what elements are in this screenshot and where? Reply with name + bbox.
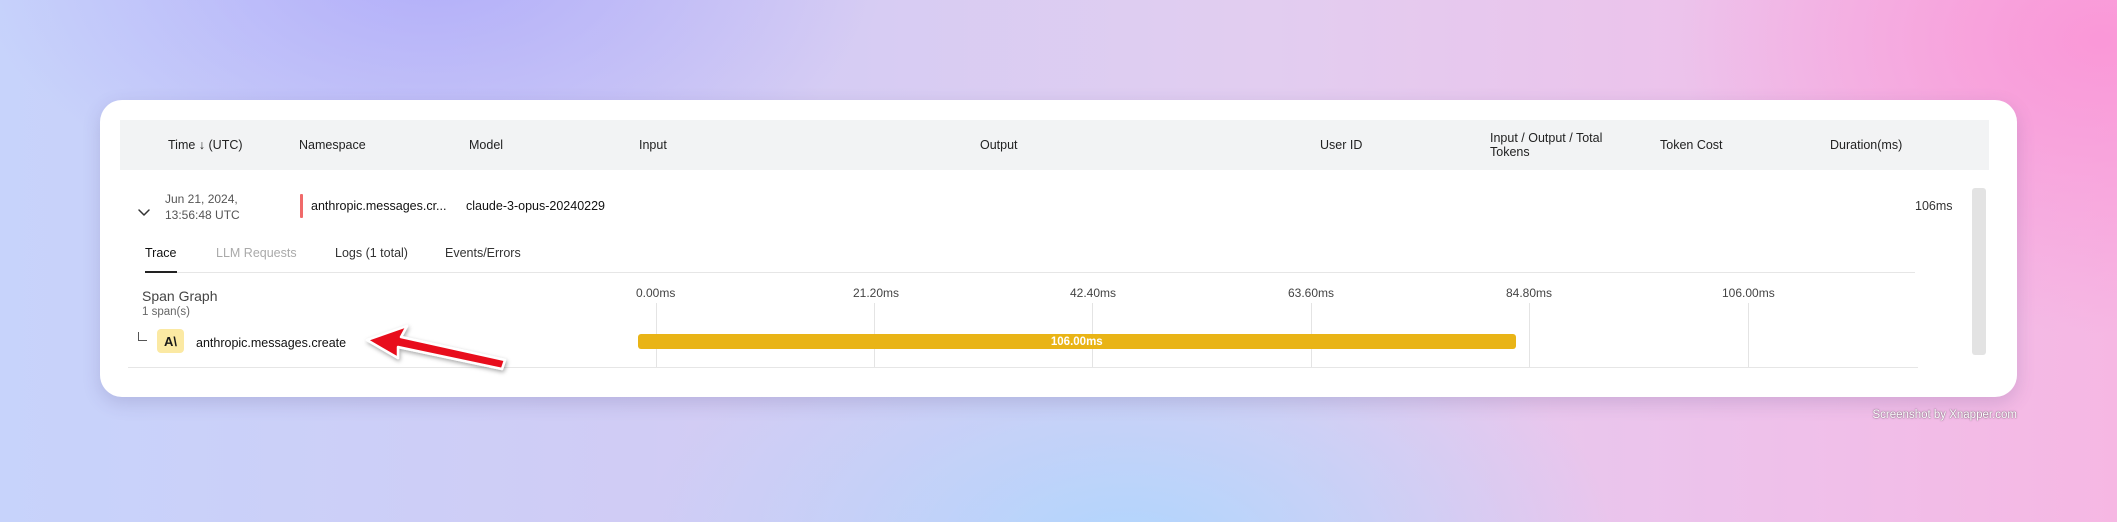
column-header-token-cost: Token Cost [1660,138,1723,152]
span-name[interactable]: anthropic.messages.create [196,336,346,350]
row-model: claude-3-opus-20240229 [466,199,605,213]
timeline-tick: 106.00ms [1722,286,1775,300]
timeline-tick: 63.60ms [1288,286,1335,300]
span-count: 1 span(s) [142,306,190,318]
column-header-time[interactable]: Time ↓ (UTC) [168,120,278,170]
column-header-input: Input [639,138,667,152]
scrollbar[interactable] [1972,188,1986,355]
tab-logs[interactable]: Logs (1 total) [335,246,408,260]
timeline-tick: 84.80ms [1506,286,1553,300]
column-header-namespace: Namespace [299,138,366,152]
table-header: Time ↓ (UTC) Namespace Model Input Outpu… [120,120,1989,170]
timeline-gridline [1529,303,1530,367]
timeline-gridline [1748,303,1749,367]
column-header-user-id: User ID [1320,138,1363,152]
row-time: 13:56:48 UTC [165,208,240,222]
timeline-tick: 0.00ms [636,286,676,300]
timeline-tick: 42.40ms [1070,286,1117,300]
table-row[interactable]: Jun 21, 2024, 13:56:48 UTC anthropic.mes… [120,188,1972,238]
span-bar[interactable]: 106.00ms [638,334,1516,349]
column-header-duration: Duration(ms) [1830,138,1903,152]
tab-llm-requests[interactable]: LLM Requests [216,246,297,260]
row-timestamp: Jun 21, 2024, 13:56:48 UTC [165,191,265,223]
tab-trace[interactable]: Trace [145,246,177,260]
column-header-output: Output [980,138,1018,152]
tab-events-errors[interactable]: Events/Errors [445,246,521,260]
namespace-marker [300,194,303,218]
span-bar-label: 106.00ms [1050,335,1103,348]
row-duration: 106ms [1915,199,1953,213]
column-header-tokens: Input / Output / Total Tokens [1490,131,1603,159]
span-tree-connector-icon [138,332,147,341]
span-graph-title: Span Graph [142,288,218,304]
row-namespace: anthropic.messages.cr... [311,199,447,213]
active-tab-indicator [145,271,177,273]
detail-tabs: Trace LLM Requests Logs (1 total) Events… [145,242,1915,273]
chevron-down-icon[interactable] [136,204,152,220]
anthropic-logo-icon: A\ [157,329,184,353]
watermark: Screenshot by Xnapper.com [1872,409,2017,421]
timeline-tick: 21.20ms [853,286,900,300]
column-header-model: Model [469,138,504,152]
annotation-arrow-icon [365,324,507,371]
row-date: Jun 21, 2024, [165,192,238,206]
